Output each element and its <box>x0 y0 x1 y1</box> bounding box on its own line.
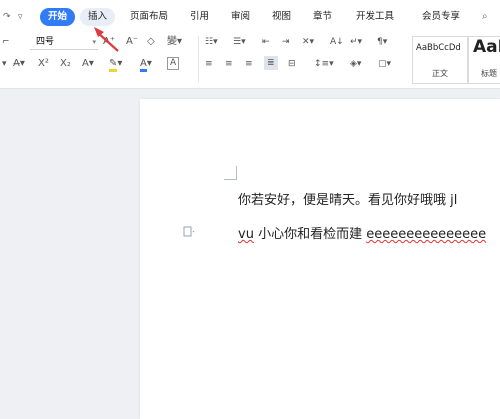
tab-page-layout[interactable]: 页面布局 <box>130 8 168 26</box>
tab-developer[interactable]: 开发工具 <box>356 8 394 26</box>
tab-review[interactable]: 审阅 <box>231 8 250 26</box>
tab-view[interactable]: 视图 <box>272 8 291 26</box>
customize-dropdown-icon[interactable]: ▿ <box>18 8 23 26</box>
show-hide-marks-icon[interactable]: ¶▾ <box>377 35 387 49</box>
line-2-misspelled-2: eeeeeeeeeeeeeee <box>366 227 487 242</box>
superscript-icon[interactable]: X² <box>38 57 49 71</box>
divider <box>198 36 199 82</box>
ribbon-toolbar: ⌐ 四号 ▾ A⁺ A⁻ ◇ 變▾ ☷▾ ☰▾ ⇤ ⇥ ✕▾ A↓ ↵▾ ¶▾ … <box>0 32 500 89</box>
margin-marker <box>236 166 237 180</box>
borders-icon[interactable]: ▢▾ <box>378 57 391 71</box>
increase-indent-icon[interactable]: ⇥ <box>282 35 290 49</box>
distributed-icon[interactable]: ⊟ <box>288 57 296 71</box>
align-left-icon[interactable]: ≡ <box>205 57 213 71</box>
style-normal[interactable]: AaBbCcDd 正文 <box>412 36 468 84</box>
style-normal-label: 正文 <box>432 69 448 78</box>
line-1-text: 你若安好，便是晴天。看见你好哦哦 jl <box>238 193 458 208</box>
margin-marker <box>224 179 237 180</box>
ribbon-left-divider-icon: ⌐ <box>2 37 10 47</box>
style-heading-label: 标题 <box>481 69 497 78</box>
document-page[interactable] <box>140 99 500 419</box>
clear-format-icon[interactable]: ◇ <box>147 35 155 49</box>
shading-icon[interactable]: ◈▾ <box>350 57 361 71</box>
align-center-icon[interactable]: ≡ <box>225 57 233 71</box>
bullet-list-icon[interactable]: ☷▾ <box>205 35 218 49</box>
char-border-icon[interactable]: A <box>167 57 180 70</box>
decrease-indent-icon[interactable]: ⇤ <box>262 35 270 49</box>
redo-icon[interactable]: ↷ <box>3 8 11 26</box>
subscript-icon[interactable]: X₂ <box>60 57 71 71</box>
line-2-text: 小心你和看检而建 <box>253 227 367 242</box>
tab-references[interactable]: 引用 <box>190 8 209 26</box>
line-spacing-icon[interactable]: ↕≡▾ <box>314 57 334 71</box>
menu-bar: ↷ ▿ 开始 插入 页面布局 引用 审阅 视图 章节 开发工具 会员专享 ⌕ <box>0 0 500 32</box>
sort-icon[interactable]: A↓ <box>330 35 344 49</box>
document-line-2[interactable]: vu 小心你和看检而建 eeeeeeeeeeeeeee <box>238 223 486 242</box>
annotation-arrow-icon <box>94 27 119 52</box>
highlight-icon[interactable]: ✎▾ <box>109 57 122 72</box>
style-heading-sample: AaB <box>473 37 500 57</box>
chinese-layout-icon[interactable]: ✕▾ <box>302 35 314 49</box>
search-icon[interactable]: ⌕ <box>482 8 488 26</box>
style-normal-sample: AaBbCcDd <box>416 43 461 53</box>
align-right-icon[interactable]: ≡ <box>245 57 253 71</box>
justify-icon[interactable]: ≣ <box>264 56 278 70</box>
font-size-value: 四号 <box>36 37 55 47</box>
shrink-font-icon[interactable]: A⁻ <box>126 35 138 49</box>
text-effect-icon[interactable]: ▾ <box>2 57 7 71</box>
tab-row: ↷ ▿ 开始 插入 页面布局 引用 审阅 视图 章节 开发工具 会员专享 ⌕ <box>0 4 500 28</box>
phonetic-guide-icon[interactable]: 變▾ <box>167 35 182 49</box>
strikethrough-icon[interactable]: A̶▾ <box>13 57 25 71</box>
document-line-1[interactable]: 你若安好，便是晴天。看见你好哦哦 jl <box>238 189 457 208</box>
numbered-list-icon[interactable]: ☰▾ <box>233 35 246 49</box>
text-outline-icon[interactable]: A▾ <box>82 57 94 71</box>
font-color-icon[interactable]: A▾ <box>140 57 152 72</box>
tab-member[interactable]: 会员专享 <box>422 8 460 26</box>
tab-start[interactable]: 开始 <box>40 8 76 26</box>
style-heading[interactable]: AaB 标题 <box>468 36 500 84</box>
paragraph-handle-icon[interactable] <box>183 226 195 238</box>
line-spacing-toggle-icon[interactable]: ↵▾ <box>350 35 362 49</box>
line-2-misspelled-1: vu <box>238 227 254 242</box>
tab-chapter[interactable]: 章节 <box>313 8 332 26</box>
